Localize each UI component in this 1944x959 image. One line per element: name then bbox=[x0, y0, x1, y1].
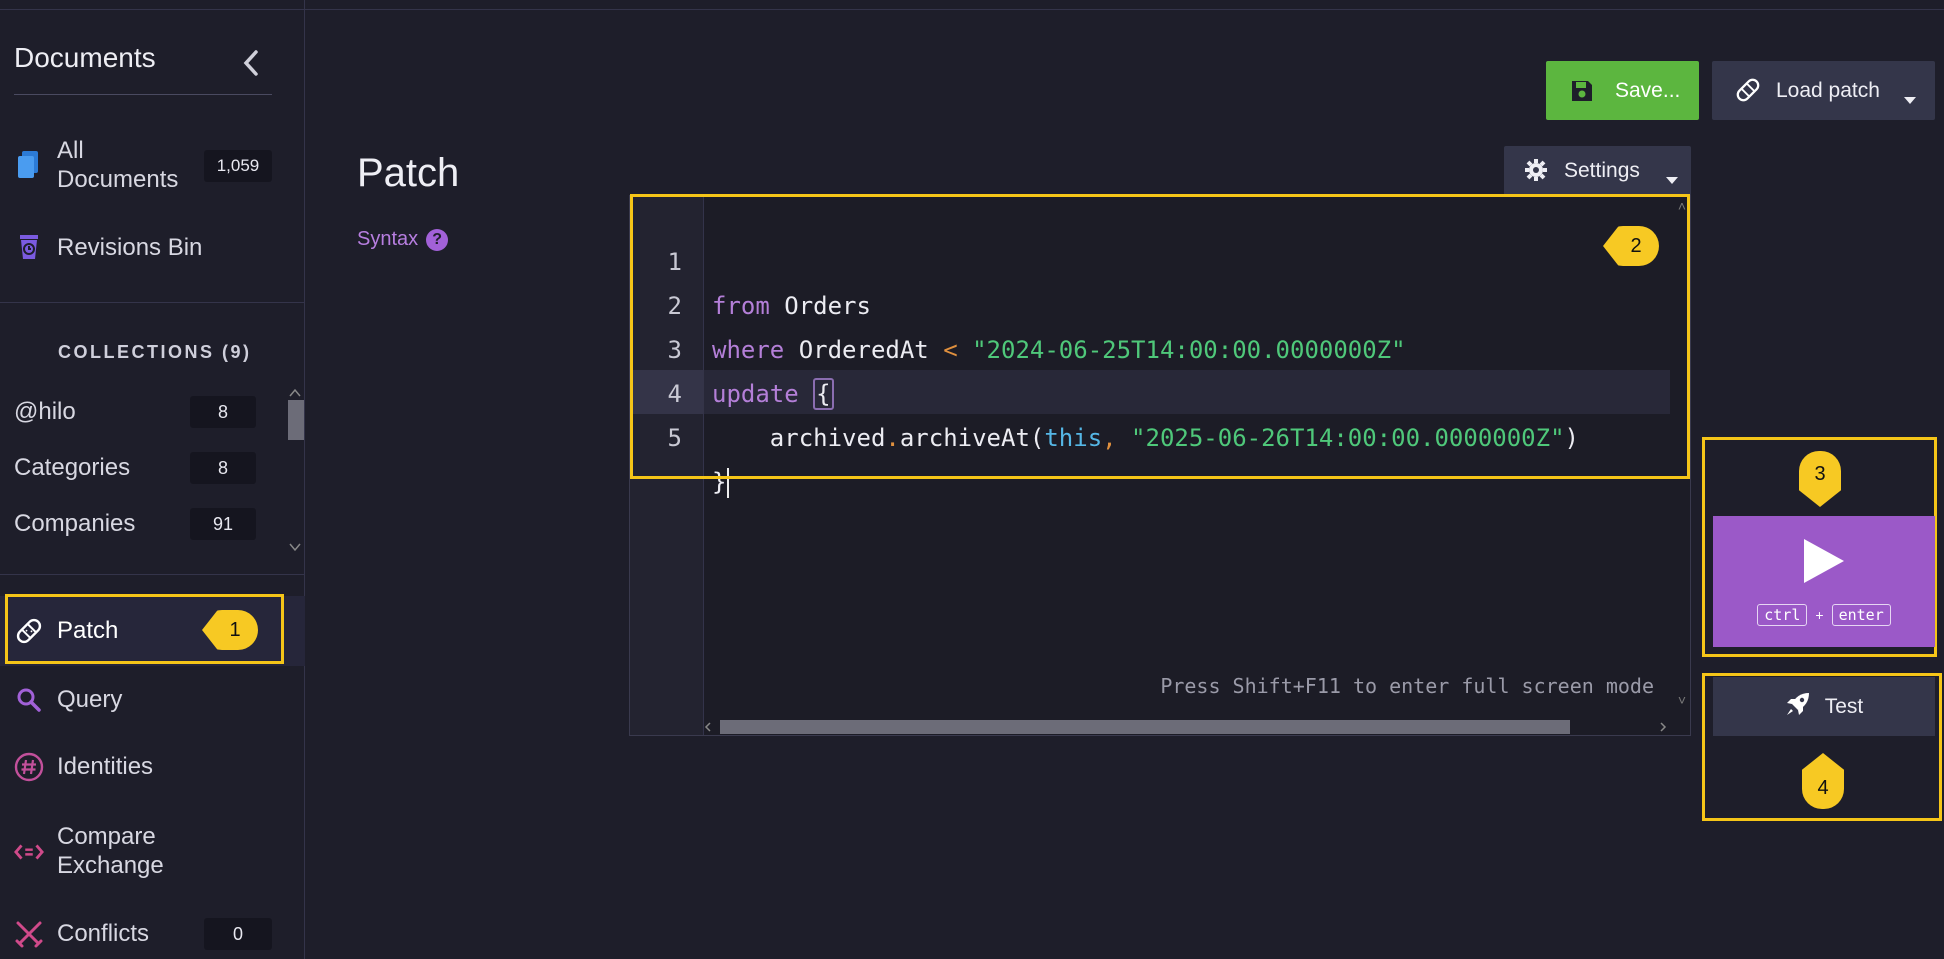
swords-icon bbox=[14, 919, 44, 949]
collections-header: COLLECTIONS (9) bbox=[58, 342, 252, 362]
conflicts-count-badge: 0 bbox=[204, 918, 272, 950]
collection-count-badge: 8 bbox=[190, 452, 256, 484]
run-patch-button[interactable]: ctrl + enter bbox=[1713, 516, 1935, 647]
kbd-plus: + bbox=[1815, 607, 1824, 623]
document-count-badge: 1,059 bbox=[204, 150, 272, 182]
syntax-help-link[interactable]: Syntax ? bbox=[357, 228, 449, 251]
scroll-down-chevron-icon[interactable]: ˅ bbox=[1678, 692, 1686, 708]
sidebar-item-all-documents[interactable]: All Documents 1,059 bbox=[0, 136, 305, 196]
sidebar: Documents All Documents 1,059 Revisions B… bbox=[0, 0, 305, 959]
test-button[interactable]: Test bbox=[1713, 677, 1935, 736]
collapse-sidebar-chevron-icon[interactable] bbox=[238, 46, 264, 80]
syntax-link-label: Syntax bbox=[357, 228, 419, 250]
sidebar-item-label: All Documents bbox=[57, 137, 179, 193]
compare-exchange-icon bbox=[14, 837, 44, 867]
sidebar-item-label: Compare Exchange bbox=[57, 823, 164, 879]
hash-icon bbox=[14, 752, 44, 782]
kbd-enter: enter bbox=[1831, 604, 1891, 626]
collection-name: Categories bbox=[14, 454, 131, 481]
sidebar-item-label: Identities bbox=[57, 753, 154, 780]
sidebar-item-label: Query bbox=[57, 686, 123, 713]
fullscreen-hint: Press Shift+F11 to enter full screen mod… bbox=[1160, 674, 1654, 698]
load-patch-label: Load patch bbox=[1776, 78, 1880, 102]
top-divider bbox=[305, 9, 1944, 10]
run-shortcut: ctrl + enter bbox=[1757, 604, 1891, 626]
sidebar-item-conflicts[interactable]: Conflicts 0 bbox=[0, 918, 305, 950]
question-icon: ? bbox=[426, 228, 449, 251]
collections-scroll-thumb[interactable] bbox=[288, 400, 304, 440]
kbd-ctrl: ctrl bbox=[1757, 604, 1808, 626]
collection-count-badge: 8 bbox=[190, 396, 256, 428]
settings-button[interactable]: Settings bbox=[1504, 146, 1691, 195]
sidebar-item-revisions-bin[interactable]: Revisions Bin bbox=[0, 232, 305, 264]
caret-down-icon bbox=[1904, 87, 1916, 111]
sidebar-item-label: Conflicts bbox=[57, 920, 150, 947]
collection-name: Companies bbox=[14, 510, 136, 537]
rocket-icon bbox=[1785, 691, 1811, 723]
horizontal-scroll-thumb[interactable] bbox=[720, 720, 1570, 734]
load-patch-button[interactable]: Load patch bbox=[1712, 61, 1935, 120]
collection-count-badge: 91 bbox=[190, 508, 256, 540]
search-icon bbox=[14, 685, 44, 715]
play-icon bbox=[1802, 537, 1846, 590]
settings-label: Settings bbox=[1564, 158, 1640, 182]
sidebar-title-underline bbox=[14, 94, 272, 95]
sidebar-item-identities[interactable]: Identities bbox=[0, 752, 305, 782]
revisions-bin-icon bbox=[14, 232, 44, 262]
caret-down-icon bbox=[1666, 167, 1678, 191]
sidebar-top-divider bbox=[0, 0, 305, 10]
sidebar-divider bbox=[0, 574, 305, 575]
collection-name: @hilo bbox=[14, 398, 76, 425]
sidebar-item-compare-exchange[interactable]: Compare Exchange bbox=[0, 822, 305, 882]
sidebar-title: Documents bbox=[14, 42, 156, 73]
documents-icon bbox=[14, 150, 44, 180]
highlight-box-editor bbox=[630, 194, 1690, 479]
sidebar-item-label: Revisions Bin bbox=[57, 234, 203, 261]
bandage-icon bbox=[1734, 76, 1762, 110]
save-button-label: Save... bbox=[1615, 78, 1681, 102]
sidebar-item-query[interactable]: Query bbox=[0, 685, 305, 715]
sidebar-divider bbox=[0, 302, 305, 303]
test-button-label: Test bbox=[1824, 694, 1864, 718]
save-button[interactable]: Save... bbox=[1546, 61, 1699, 120]
page-title: Patch bbox=[357, 151, 460, 195]
gear-icon bbox=[1524, 158, 1548, 188]
save-floppy-icon bbox=[1570, 79, 1594, 109]
